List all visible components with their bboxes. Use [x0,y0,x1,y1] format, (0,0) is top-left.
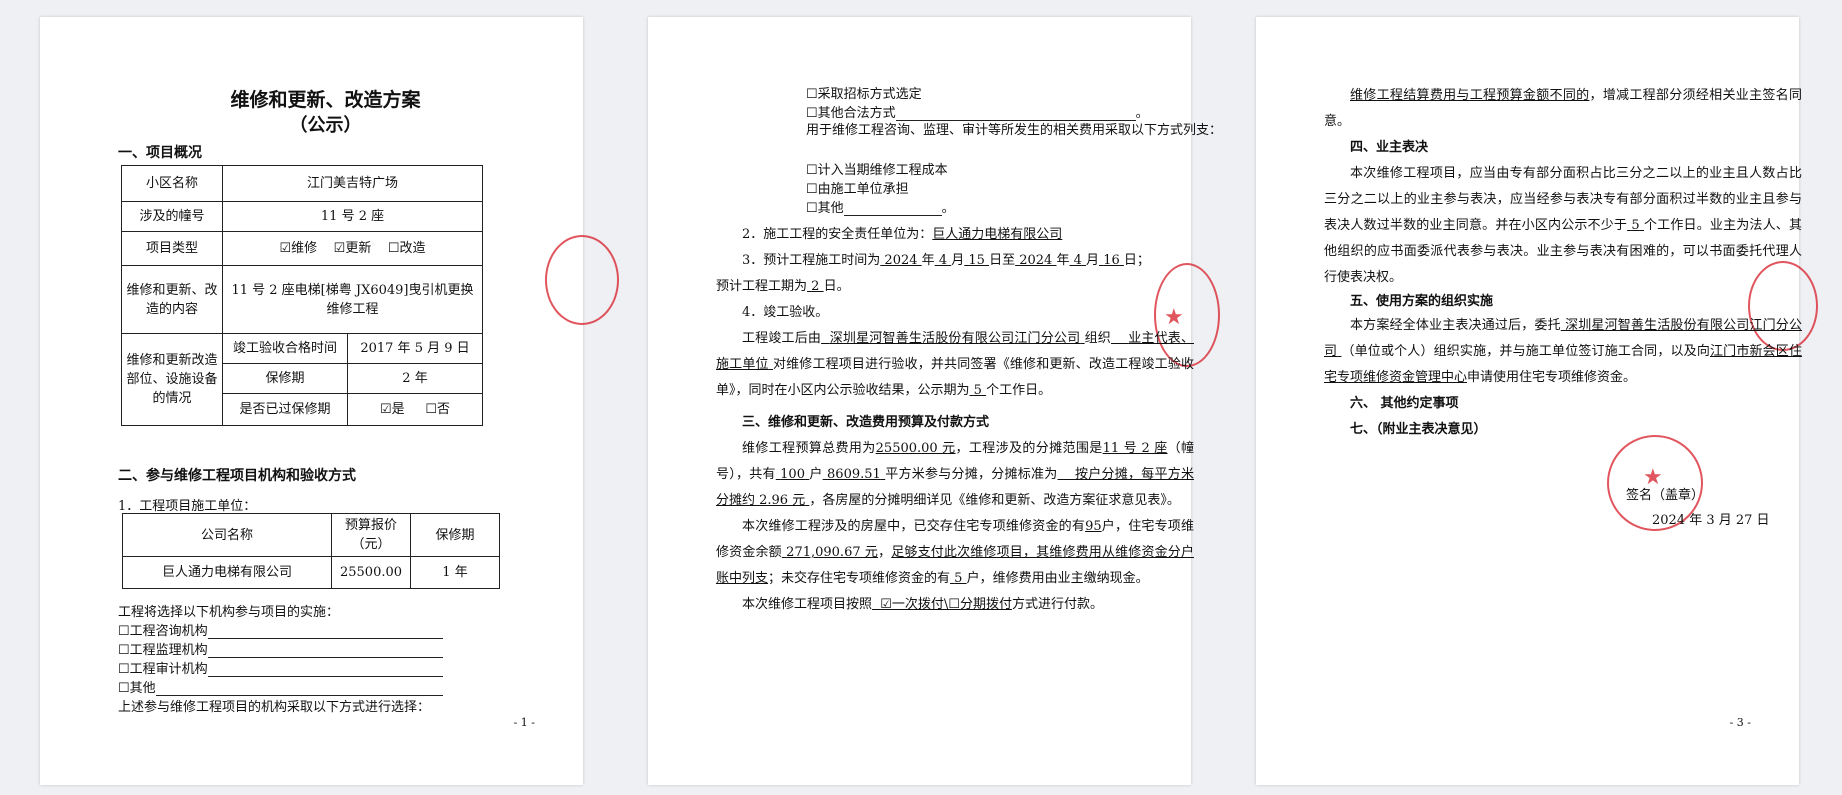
expired-yes: ☑是 [380,402,405,417]
project-overview-table: 小区名称 江门美吉特广场 涉及的幢号 11 号 2 座 项目类型 ☑维修 ☑更新… [121,165,483,426]
type-option-renovate: ☐改造 [387,241,426,256]
type-options: ☑维修 ☑更新 ☐改造 [222,231,483,266]
building-label: 涉及的幢号 [121,201,223,232]
cost-opt-2: ☐由施工单位承担 [806,182,909,197]
contractor-budget: 25500.00 [331,556,411,589]
page-number: - 3 - [1729,716,1751,729]
content-label: 维修和更新、改造的内容 [121,265,223,334]
section-heading-6: 六、 其他约定事项 [1350,396,1459,411]
type-option-update: ☑更新 [333,241,372,256]
page2-body: 2．施工工程的安全责任单位为：巨人通力电梯有限公司 3．预计工程施工时间为 20… [716,222,1194,618]
signature-label: 签名（盖章） [1626,488,1705,503]
cost-opt-3: ☐其他。 [806,201,955,216]
type-label: 项目类型 [121,231,223,266]
fund-text: 本次维修工程涉及的房屋中，已交存住宅专项维修资金的有95户，住宅专项维修资金余额… [716,519,1194,586]
contractor-heading: 1．工程项目施工单位： [118,499,257,514]
impl-text: 本方案经全体业主表决通过后，委托 深圳星河智善生活股份有限公司江门分公司 （单位… [1324,318,1802,385]
safety-unit-line: 2．施工工程的安全责任单位为：巨人通力电梯有限公司 [742,227,1063,242]
expired-no: ☐否 [425,402,450,417]
content-value: 11 号 2 座电梯[梯粤 JX6049]曳引机更换维修工程 [222,265,483,334]
expired-label: 是否已过保修期 [222,393,348,426]
org-intro: 工程将选择以下机构参与项目的实施： [118,605,340,620]
document-page-3: ★ 维修工程结算费用与工程预算金额不同的，增减工程部分须经相关业主签名同意。 四… [1256,17,1818,785]
document-page-1: 维修和更新、改造方案 （公示） 一、项目概况 小区名称 江门美吉特广场 涉及的幢… [40,17,619,785]
period-line: 预计工程工期为 2 日。 [716,279,850,294]
col-company: 公司名称 [122,513,332,557]
cost-opt-1: ☐计入当期维修工程成本 [806,163,948,178]
col-warranty: 保修期 [410,513,500,557]
section-heading-7: 七、（附业主表决意见） [1350,422,1487,437]
opt-other-method: ☐其他合法方式。 [806,106,1149,121]
org-supervision: ☐工程监理机构 [118,639,443,658]
section-heading-1: 一、项目概况 [118,145,202,161]
document-page-2: ★ ☐采取招标方式选定 ☐其他合法方式。 用于维修工程咨询、监理、审计等所发生的… [648,17,1222,785]
cost-intro: 用于维修工程咨询、监理、审计等所发生的相关费用采取以下方式列支： [806,123,1223,138]
settlement-text: 维修工程结算费用与工程预算金额不同的，增减工程部分须经相关业主签名同意。 [1324,88,1802,129]
opt-bidding: ☐采取招标方式选定 [806,87,922,102]
org-audit: ☐工程审计机构 [118,658,443,677]
accept-time-label: 竣工验收合格时间 [222,333,348,364]
org-consulting: ☐工程咨询机构 [118,620,443,639]
signature-date: 2024 年 3 月 27 日 [1652,513,1770,528]
section-heading-4: 四、业主表决 [1350,140,1429,155]
document-subtitle: （公示） [289,115,362,136]
contractor-name: 巨人通力电梯有限公司 [122,556,332,589]
expired-options: ☑是 ☐否 [347,393,483,426]
org-select-method: 上述参与维修工程项目的机构采取以下方式进行选择： [118,700,431,715]
section-heading-2: 二、参与维修工程项目机构和验收方式 [118,468,356,484]
page-number: - 1 - [513,716,535,729]
org-other: ☐其他 [118,677,443,696]
section-heading-3: 三、维修和更新、改造费用预算及付款方式 [742,415,990,430]
page3-body: 维修工程结算费用与工程预算金额不同的，增减工程部分须经相关业主签名同意。 四、业… [1324,83,1802,443]
schedule-line: 3．预计工程施工时间为 2024 年 4 月 15 日至 2024 年 4 月 … [742,253,1150,268]
accept-time-value: 2017 年 5 月 9 日 [347,333,483,364]
contractor-warranty: 1 年 [410,556,500,589]
type-option-repair: ☑维修 [279,241,318,256]
acceptance-heading: 4．竣工验收。 [742,305,829,320]
warranty-label: 保修期 [222,363,348,394]
parts-label: 维修和更新改造部位、设施设备的情况 [121,333,223,426]
community-label: 小区名称 [121,165,223,202]
section-heading-5: 五、使用方案的组织实施 [1350,294,1494,309]
document-title: 维修和更新、改造方案 [230,89,421,111]
building-value: 11 号 2 座 [222,201,483,232]
vote-text: 本次维修工程项目，应当由专有部分面积占比三分之二以上的业主且人数占比三分之二以上… [1324,166,1802,285]
budget-text: 维修工程预算总费用为25500.00 元，工程涉及的分摊范围是11 号 2 座（… [716,441,1194,508]
col-budget: 预算报价（元） [331,513,411,557]
red-seal-stamp [545,235,619,325]
payment-text: 本次维修工程项目按照 ☑一次拨付\☐分期拨付方式进行付款。 [742,597,1103,612]
warranty-value: 2 年 [347,363,483,394]
contractor-table: 公司名称 预算报价（元） 保修期 巨人通力电梯有限公司 25500.00 1 年 [122,513,500,589]
community-value: 江门美吉特广场 [222,165,483,202]
acceptance-text: 工程竣工后由 深圳星河智善生活股份有限公司江门分公司 组织 业主代表、施工单位 … [716,331,1194,398]
